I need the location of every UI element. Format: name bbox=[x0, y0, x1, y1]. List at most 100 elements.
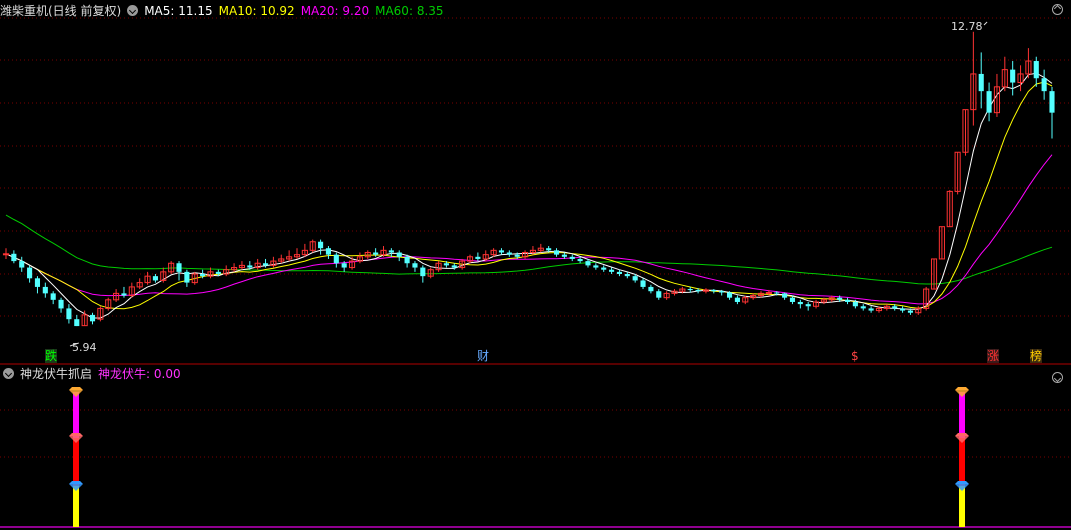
gem-icon bbox=[955, 481, 969, 484]
candle-body-down bbox=[553, 250, 560, 255]
candle-body-down bbox=[593, 265, 599, 268]
candle-body-down bbox=[986, 91, 992, 113]
candle-body-down bbox=[719, 291, 725, 293]
candle-body-down bbox=[11, 253, 17, 262]
candle-body-down bbox=[506, 252, 512, 255]
gem-icon bbox=[69, 484, 83, 491]
marker-rank[interactable]: 榜 bbox=[1030, 349, 1043, 363]
candle-body-down bbox=[333, 254, 339, 264]
candle-body-down bbox=[687, 289, 693, 291]
signal-bar-red bbox=[959, 438, 965, 486]
gem-icon bbox=[69, 481, 83, 484]
signal-bar-yellow bbox=[959, 486, 965, 527]
candle-body-down bbox=[42, 286, 48, 294]
candle-body-down bbox=[632, 276, 638, 281]
candle-body-down bbox=[734, 297, 740, 302]
marker-finance[interactable]: 财 bbox=[477, 349, 489, 363]
candle-body-down bbox=[58, 299, 64, 309]
gem-icon bbox=[69, 390, 83, 397]
candle-body-down bbox=[624, 274, 630, 277]
ma60-label: MA60: 8.35 bbox=[375, 4, 444, 18]
indicator-title: 神龙伏牛抓启 bbox=[20, 367, 93, 381]
candle-body-down bbox=[782, 293, 788, 298]
candle-body-down bbox=[726, 292, 733, 298]
candle-body-down bbox=[789, 297, 796, 302]
candle-body-down bbox=[868, 308, 874, 311]
main-chart-header: 潍柴重机(日线 前复权) MA5: 11.15 MA10: 10.92 MA20: 9… bbox=[0, 2, 450, 20]
candle-body-down bbox=[900, 308, 906, 311]
candle-body-down bbox=[19, 261, 25, 268]
candle-body-down bbox=[388, 250, 394, 253]
candle-body-down bbox=[805, 304, 811, 307]
candle-body-down bbox=[561, 254, 567, 257]
candle-body-down bbox=[451, 265, 457, 268]
candle-body-down bbox=[373, 252, 379, 255]
candle-body-down bbox=[569, 256, 575, 259]
candle-body-down bbox=[978, 73, 984, 92]
signal-bar-magenta bbox=[73, 392, 79, 438]
ma20-label: MA20: 9.20 bbox=[300, 4, 370, 18]
collapse-down-icon[interactable] bbox=[1052, 372, 1063, 383]
candle-body-up bbox=[765, 292, 772, 295]
candle-body-down bbox=[797, 301, 803, 305]
gem-icon bbox=[955, 433, 969, 436]
candle-body-down bbox=[656, 291, 662, 298]
candle-body-down bbox=[892, 306, 898, 309]
marker-fall[interactable]: 跌 bbox=[45, 349, 58, 363]
candle-body-down bbox=[34, 278, 41, 287]
candle-body-down bbox=[200, 274, 206, 277]
candle-body-down bbox=[396, 252, 402, 257]
candle-body-down bbox=[89, 314, 96, 322]
candle-body-down bbox=[546, 248, 552, 251]
gem-icon bbox=[69, 433, 83, 436]
candle-body-down bbox=[262, 263, 269, 266]
candle-body-down bbox=[184, 271, 190, 283]
candle-body-down bbox=[498, 250, 505, 253]
candle-body-down bbox=[585, 261, 591, 266]
candle-body-down bbox=[1049, 91, 1055, 113]
candle-body-down bbox=[404, 256, 410, 264]
candle-body-down bbox=[325, 248, 332, 255]
low-price-label: 5.94 bbox=[72, 341, 97, 354]
gem-icon bbox=[955, 390, 969, 397]
dropdown-icon[interactable] bbox=[3, 368, 14, 379]
candle-body-down bbox=[601, 267, 607, 270]
gem-icon bbox=[955, 436, 969, 443]
candle-body-down bbox=[27, 267, 33, 279]
candle-body-down bbox=[475, 256, 481, 259]
gem-icon bbox=[69, 387, 83, 390]
candle-body-down bbox=[852, 301, 858, 307]
marker-dollar[interactable]: $ bbox=[851, 349, 859, 363]
gem-icon bbox=[955, 387, 969, 390]
indicator-header: 神龙伏牛抓启 神龙伏牛: 0.00 bbox=[0, 365, 187, 383]
candle-body-down bbox=[318, 241, 324, 249]
candle-body-down bbox=[711, 289, 717, 292]
candle-body-down bbox=[514, 254, 520, 257]
candle-body-down bbox=[774, 292, 780, 294]
candle-body-down bbox=[640, 280, 646, 287]
candle-body-up bbox=[2, 253, 10, 256]
candle-body-down bbox=[1033, 61, 1039, 79]
signal-bar-yellow bbox=[73, 486, 79, 527]
kline-chart bbox=[0, 17, 1071, 528]
ma10-label: MA10: 10.92 bbox=[218, 4, 295, 18]
gem-icon bbox=[955, 484, 969, 491]
ma5-label: MA5: 11.15 bbox=[144, 4, 213, 18]
candle-body-down bbox=[860, 306, 866, 309]
stock-title: 潍柴重机(日线 前复权) bbox=[0, 4, 122, 18]
candle-body-down bbox=[215, 271, 221, 275]
signal-bar-magenta bbox=[959, 392, 965, 438]
candle-body-down bbox=[443, 263, 449, 266]
collapse-up-icon[interactable] bbox=[1052, 4, 1063, 15]
marker-rise[interactable]: 涨 bbox=[987, 349, 1000, 363]
candle-body-down bbox=[577, 258, 583, 262]
dropdown-icon[interactable] bbox=[127, 5, 139, 16]
candle-body-down bbox=[176, 263, 182, 272]
candle-body-down bbox=[1010, 69, 1016, 83]
candle-body-down bbox=[609, 269, 615, 272]
candle-body-down bbox=[420, 267, 426, 277]
candle-body-down bbox=[648, 286, 654, 292]
candle-body-down bbox=[837, 297, 843, 300]
candle-body-down bbox=[1041, 78, 1047, 92]
gem-icon bbox=[69, 436, 83, 443]
